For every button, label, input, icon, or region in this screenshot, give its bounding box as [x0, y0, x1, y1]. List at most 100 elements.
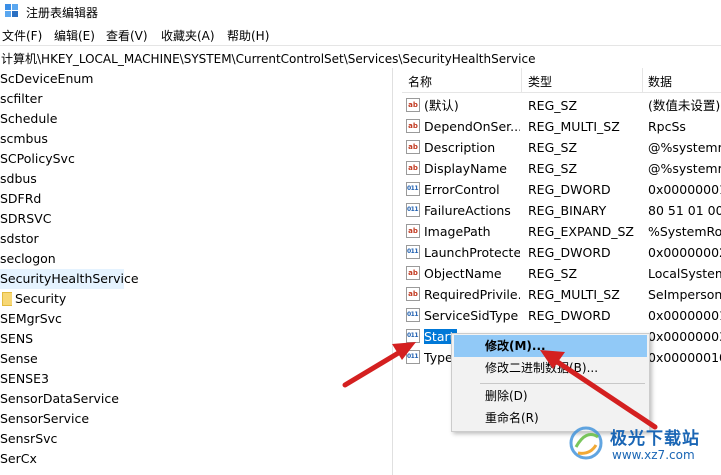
value-name-text: ErrorControl [424, 182, 500, 197]
menu-edit[interactable]: 编辑(E) [54, 27, 95, 44]
value-data: %SystemRoo [648, 224, 721, 239]
value-name[interactable]: ObjectName [424, 263, 520, 284]
pane-splitter[interactable] [392, 68, 402, 475]
tree-item[interactable]: SensorService [0, 411, 89, 426]
value-type: REG_SZ [528, 161, 578, 176]
menu-item-modify[interactable]: 修改(M)... [454, 335, 647, 357]
tree-item[interactable]: sdbus [0, 171, 37, 186]
window-title: 注册表编辑器 [26, 6, 99, 20]
value-type: REG_EXPAND_SZ [528, 224, 634, 239]
tree-item[interactable]: Security [15, 289, 66, 309]
tree-item[interactable]: SCPolicySvc [0, 151, 75, 166]
tree-item[interactable]: ScDeviceEnum [0, 71, 93, 86]
value-type: REG_DWORD [528, 245, 611, 260]
tree-item[interactable]: SensorDataService [0, 391, 119, 406]
string-value-icon: ab [406, 161, 420, 175]
value-type: REG_BINARY [528, 203, 607, 218]
value-data: (数值未设置) [648, 98, 721, 113]
menu-separator [480, 383, 645, 384]
table-row[interactable]: ab DisplayName REG_SZ @%systemro [402, 158, 721, 179]
value-name[interactable]: Description [424, 137, 520, 158]
menu-item-delete[interactable]: 删除(D) [454, 385, 647, 407]
value-name[interactable]: ErrorControl [424, 179, 520, 200]
column-name[interactable]: 名称 [408, 73, 432, 90]
value-name[interactable]: LaunchProtected [424, 242, 520, 263]
tree-item[interactable]: SensrSvc [0, 431, 57, 446]
string-value-icon: ab [406, 224, 420, 238]
value-type: REG_DWORD [528, 182, 611, 197]
menu-favorites[interactable]: 收藏夹(A) [161, 27, 215, 44]
menu-item-rename[interactable]: 重命名(R) [454, 407, 647, 429]
tree-item[interactable]: Sense [0, 351, 38, 366]
value-name[interactable]: RequiredPrivile... [424, 284, 520, 305]
binary-value-icon: 011 110 [406, 308, 420, 322]
menu-item-label: 修改二进制数据(B)... [485, 361, 599, 375]
table-row[interactable]: 011 110 LaunchProtected REG_DWORD 0x0000000… [402, 242, 721, 263]
tree-item[interactable]: scmbus [0, 131, 48, 146]
value-name-text: ServiceSidType [424, 308, 519, 323]
address-bar[interactable]: 计算机\HKEY_LOCAL_MACHINE\SYSTEM\CurrentCon… [0, 45, 721, 69]
column-divider[interactable] [521, 68, 522, 92]
table-row[interactable]: 011 110 ErrorControl REG_DWORD 0x00000001 [402, 179, 721, 200]
tree-item-label[interactable]: SecurityHealthService [0, 271, 139, 286]
value-name[interactable]: DependOnSer... [424, 116, 520, 137]
value-data: LocalSystem [648, 266, 721, 281]
value-name-text: Description [424, 140, 496, 155]
value-name[interactable]: DisplayName [424, 158, 520, 179]
menu-file[interactable]: 文件(F) [2, 27, 42, 44]
value-type: REG_SZ [528, 98, 578, 113]
value-name-text: RequiredPrivile... [424, 287, 520, 302]
string-value-icon: ab [406, 287, 420, 301]
string-value-icon: ab [406, 98, 420, 112]
tree-item[interactable]: SENS [0, 331, 33, 346]
binary-value-icon: 011 110 [406, 203, 420, 217]
table-row[interactable]: ab (默认) REG_SZ (数值未设置) [402, 95, 721, 116]
column-data[interactable]: 数据 [648, 73, 672, 90]
tree-item[interactable]: SDRSVC [0, 211, 51, 226]
value-data: 80 51 01 00 ( [648, 203, 721, 218]
menu-item-modify-binary[interactable]: 修改二进制数据(B)... [454, 357, 647, 379]
column-divider[interactable] [642, 68, 643, 92]
value-name-text: FailureActions [424, 203, 511, 218]
value-name-text: DependOnSer... [424, 119, 520, 134]
tree-item[interactable]: Schedule [0, 111, 57, 126]
tree-item[interactable]: SEMgrSvc [0, 311, 62, 326]
value-data: 0x00000010 [648, 350, 721, 365]
column-type[interactable]: 类型 [528, 73, 552, 90]
value-name[interactable]: ServiceSidType [424, 305, 520, 326]
binary-value-icon: 011 110 [406, 329, 420, 343]
string-value-icon: ab [406, 266, 420, 280]
address-path[interactable]: 计算机\HKEY_LOCAL_MACHINE\SYSTEM\CurrentCon… [1, 50, 535, 67]
tree-item[interactable]: SDFRd [0, 191, 41, 206]
value-data: @%systemro [648, 140, 721, 155]
value-name[interactable]: FailureActions [424, 200, 520, 221]
tree-item[interactable]: sdstor [0, 231, 39, 246]
table-row[interactable]: ab RequiredPrivile... REG_MULTI_SZ SeImpers… [402, 284, 721, 305]
table-row[interactable]: ab DependOnSer... REG_MULTI_SZ RpcSs [402, 116, 721, 137]
binary-value-icon: 011 110 [406, 245, 420, 259]
table-row[interactable]: 011 110 ServiceSidType REG_DWORD 0x00000001 [402, 305, 721, 326]
value-name-text: Type [424, 350, 453, 365]
tree-item[interactable]: seclogon [0, 251, 56, 266]
value-name[interactable]: ImagePath [424, 221, 520, 242]
value-name-text: (默认) [424, 98, 459, 113]
value-type: REG_MULTI_SZ [528, 119, 620, 134]
value-name[interactable]: (默认) [424, 95, 520, 116]
context-menu: 修改(M)... 修改二进制数据(B)... 删除(D) 重命名(R) [451, 333, 650, 432]
menu-help[interactable]: 帮助(H) [227, 27, 269, 44]
table-row[interactable]: 011 110 FailureActions REG_BINARY 80 51 01 … [402, 200, 721, 221]
tree-item-selected[interactable]: SecurityHealthService [0, 269, 139, 289]
value-name-text: DisplayName [424, 161, 507, 176]
string-value-icon: ab [406, 140, 420, 154]
binary-value-icon: 011 110 [406, 350, 420, 364]
tree-item[interactable]: SerCx [0, 451, 37, 466]
tree-item[interactable]: SENSE3 [0, 371, 49, 386]
value-data: 0x00000002 [648, 245, 721, 260]
tree-item[interactable]: scfilter [0, 91, 42, 106]
menu-view[interactable]: 查看(V) [106, 27, 148, 44]
table-row[interactable]: ab Description REG_SZ @%systemro [402, 137, 721, 158]
menu-item-label: 重命名(R) [485, 411, 539, 425]
table-row[interactable]: ab ObjectName REG_SZ LocalSystem [402, 263, 721, 284]
registry-tree[interactable]: ScDeviceEnum scfilter Schedule scmbus SC… [0, 68, 392, 475]
table-row[interactable]: ab ImagePath REG_EXPAND_SZ %SystemRoo [402, 221, 721, 242]
